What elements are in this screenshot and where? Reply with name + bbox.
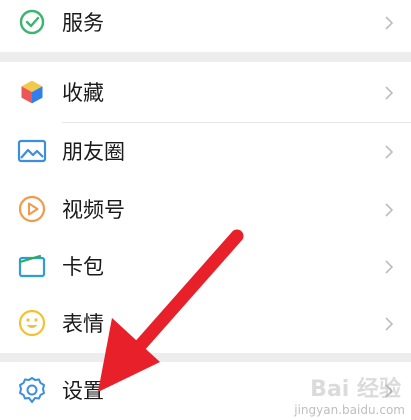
menu-item-label: 视频号 — [62, 198, 125, 222]
chevron-right-icon — [381, 259, 397, 275]
emoji-smile-icon — [16, 307, 48, 339]
watermark-url: jingyan.baidu.com — [294, 403, 405, 417]
menu-item-card-wallet[interactable]: 卡包 — [0, 238, 411, 296]
chevron-right-icon — [381, 202, 397, 218]
menu-item-channels[interactable]: 视频号 — [0, 181, 411, 239]
card-wallet-icon — [16, 250, 48, 282]
menu-item-label: 表情 — [62, 312, 104, 336]
settings-gear-icon — [16, 374, 48, 406]
service-icon — [16, 6, 48, 38]
favorites-cube-icon — [16, 76, 48, 108]
menu-item-moments[interactable]: 朋友圈 — [0, 123, 411, 181]
chevron-right-icon — [381, 316, 397, 332]
menu-item-label: 朋友圈 — [62, 140, 125, 164]
chevron-right-icon — [381, 144, 397, 160]
menu-item-service[interactable]: 服务 — [0, 0, 411, 52]
menu-item-label: 收藏 — [62, 81, 104, 105]
menu-item-label: 设置 — [62, 379, 104, 403]
watermark-logo: Bai 经验 — [310, 377, 401, 402]
channels-play-icon — [16, 193, 48, 225]
menu-item-label: 服务 — [62, 11, 104, 35]
chevron-right-icon — [381, 15, 397, 31]
menu-item-label: 卡包 — [62, 255, 104, 279]
menu-item-emoji[interactable]: 表情 — [0, 295, 411, 353]
moments-picture-icon — [16, 135, 48, 167]
menu-item-favorites[interactable]: 收藏 — [0, 64, 411, 122]
chevron-right-icon — [381, 85, 397, 101]
